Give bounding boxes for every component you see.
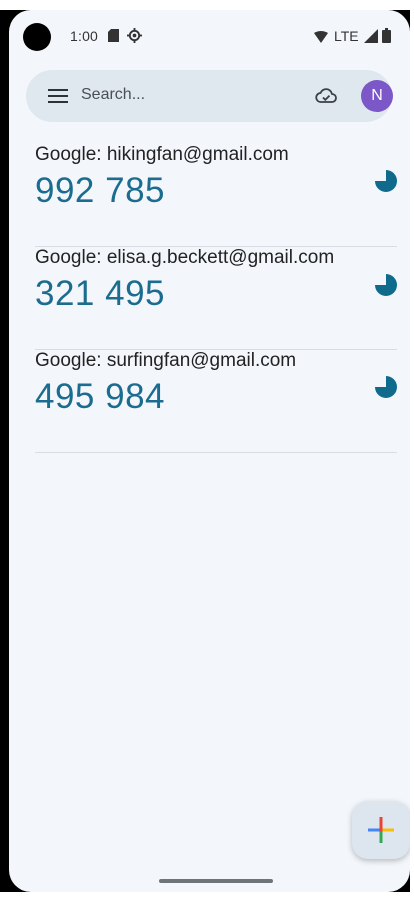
camera-cutout	[23, 23, 51, 51]
account-item[interactable]: Google: hikingfan@gmail.com 992 785	[35, 144, 397, 247]
search-input[interactable]: Search...	[81, 86, 145, 104]
status-time: 1:00	[70, 28, 99, 44]
wifi-icon	[314, 31, 328, 43]
home-indicator[interactable]	[159, 879, 273, 883]
add-account-button[interactable]	[352, 801, 410, 859]
account-name: Google: hikingfan@gmail.com	[35, 144, 289, 165]
timer-icon	[375, 170, 397, 192]
otp-code[interactable]: 321 495	[35, 274, 165, 314]
otp-code[interactable]: 495 984	[35, 377, 165, 417]
search-bar[interactable]: Search... N	[26, 70, 393, 122]
device-frame: 1:00 LTE Search... N Google: hikingfan@g…	[0, 0, 414, 898]
signal-icon	[364, 29, 378, 43]
account-item[interactable]: Google: surfingfan@gmail.com 495 984	[35, 350, 397, 453]
battery-icon	[382, 28, 391, 43]
account-name: Google: elisa.g.beckett@gmail.com	[35, 247, 335, 268]
app-screen: 1:00 LTE Search... N Google: hikingfan@g…	[9, 10, 410, 892]
add-icon	[368, 817, 394, 843]
account-name: Google: surfingfan@gmail.com	[35, 350, 297, 371]
status-bar: 1:00 LTE	[9, 10, 410, 60]
menu-icon[interactable]	[48, 88, 68, 104]
network-type: LTE	[334, 28, 359, 44]
otp-code[interactable]: 992 785	[35, 171, 165, 211]
gear-icon	[127, 28, 142, 43]
sd-card-icon	[108, 29, 119, 42]
frame-edge-bottom	[0, 892, 414, 898]
cloud-sync-icon[interactable]	[315, 86, 337, 106]
timer-icon	[375, 274, 397, 296]
frame-edge-right	[410, 0, 414, 898]
frame-edge-top	[0, 0, 414, 10]
avatar[interactable]: N	[361, 80, 393, 112]
account-item[interactable]: Google: elisa.g.beckett@gmail.com 321 49…	[35, 247, 397, 350]
timer-icon	[375, 376, 397, 398]
